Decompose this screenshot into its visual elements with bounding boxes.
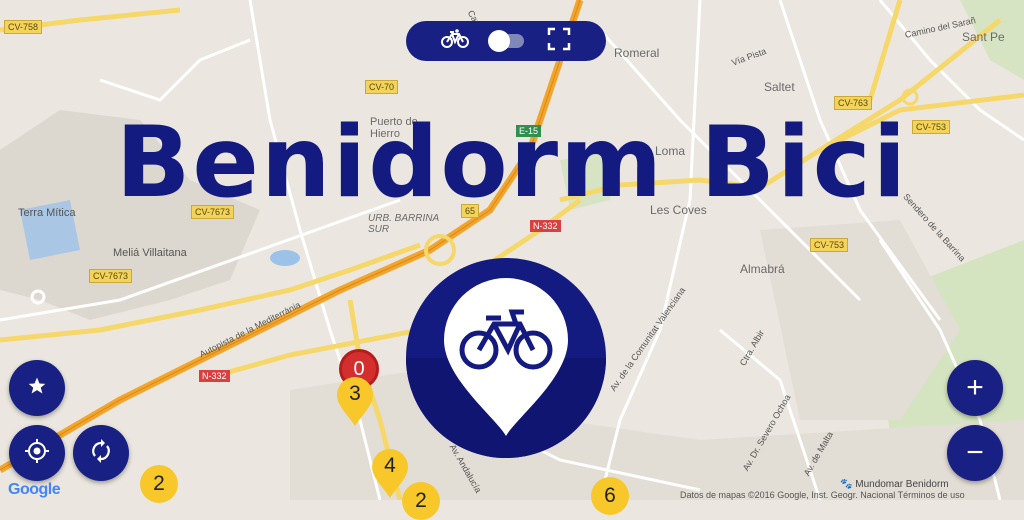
refresh-button[interactable] [73,425,129,481]
locate-button[interactable] [9,425,65,481]
bike-icon[interactable] [441,28,470,54]
marker-count: 2 [153,472,165,495]
road-label: CV-758 [4,20,43,34]
favorites-button[interactable] [9,360,65,416]
poi-label: 🐾 Mundomar Benidorm [840,479,949,490]
place-label: Almabrá [740,262,785,276]
map-attribution[interactable]: Datos de mapas ©2016 Google, Inst. Geogr… [680,490,965,500]
station-cluster[interactable]: 6 [591,477,629,515]
marker-count: 2 [415,489,427,512]
place-label: Sant Pe [962,30,1005,44]
road-label: CV-753 [810,238,849,252]
station-marker[interactable]: 3 [335,376,375,428]
road-label: CV-7673 [89,269,133,283]
app-title: Benidorm Bici [115,106,909,220]
place-label: Romeral [614,46,660,60]
zoom-out-button[interactable]: − [947,425,1003,481]
fullscreen-icon[interactable] [547,27,571,56]
zoom-out-label: − [966,436,984,469]
zoom-in-button[interactable]: + [947,360,1003,416]
zoom-in-label: + [966,371,984,404]
crosshair-icon [24,438,50,469]
google-wordmark: Google [8,481,61,498]
place-label: Saltet [764,80,795,94]
paw-icon: 🐾 [840,479,856,490]
refresh-icon [90,438,112,468]
station-cluster[interactable]: 2 [402,482,440,520]
road-label: N-332 [199,370,230,382]
marker-count: 3 [349,382,361,405]
star-icon [27,376,47,401]
logo [406,258,606,458]
station-cluster[interactable]: 2 [140,465,178,503]
place-label: Meliá Villaitana [113,247,187,259]
poi-name: Mundomar Benidorm [855,479,949,490]
mode-toggle[interactable] [487,30,524,52]
top-control-bar [406,21,606,61]
marker-count: 6 [604,484,616,507]
road-label: CV-70 [365,80,399,94]
google-logo[interactable]: Google [8,481,61,499]
marker-count: 4 [384,454,396,477]
